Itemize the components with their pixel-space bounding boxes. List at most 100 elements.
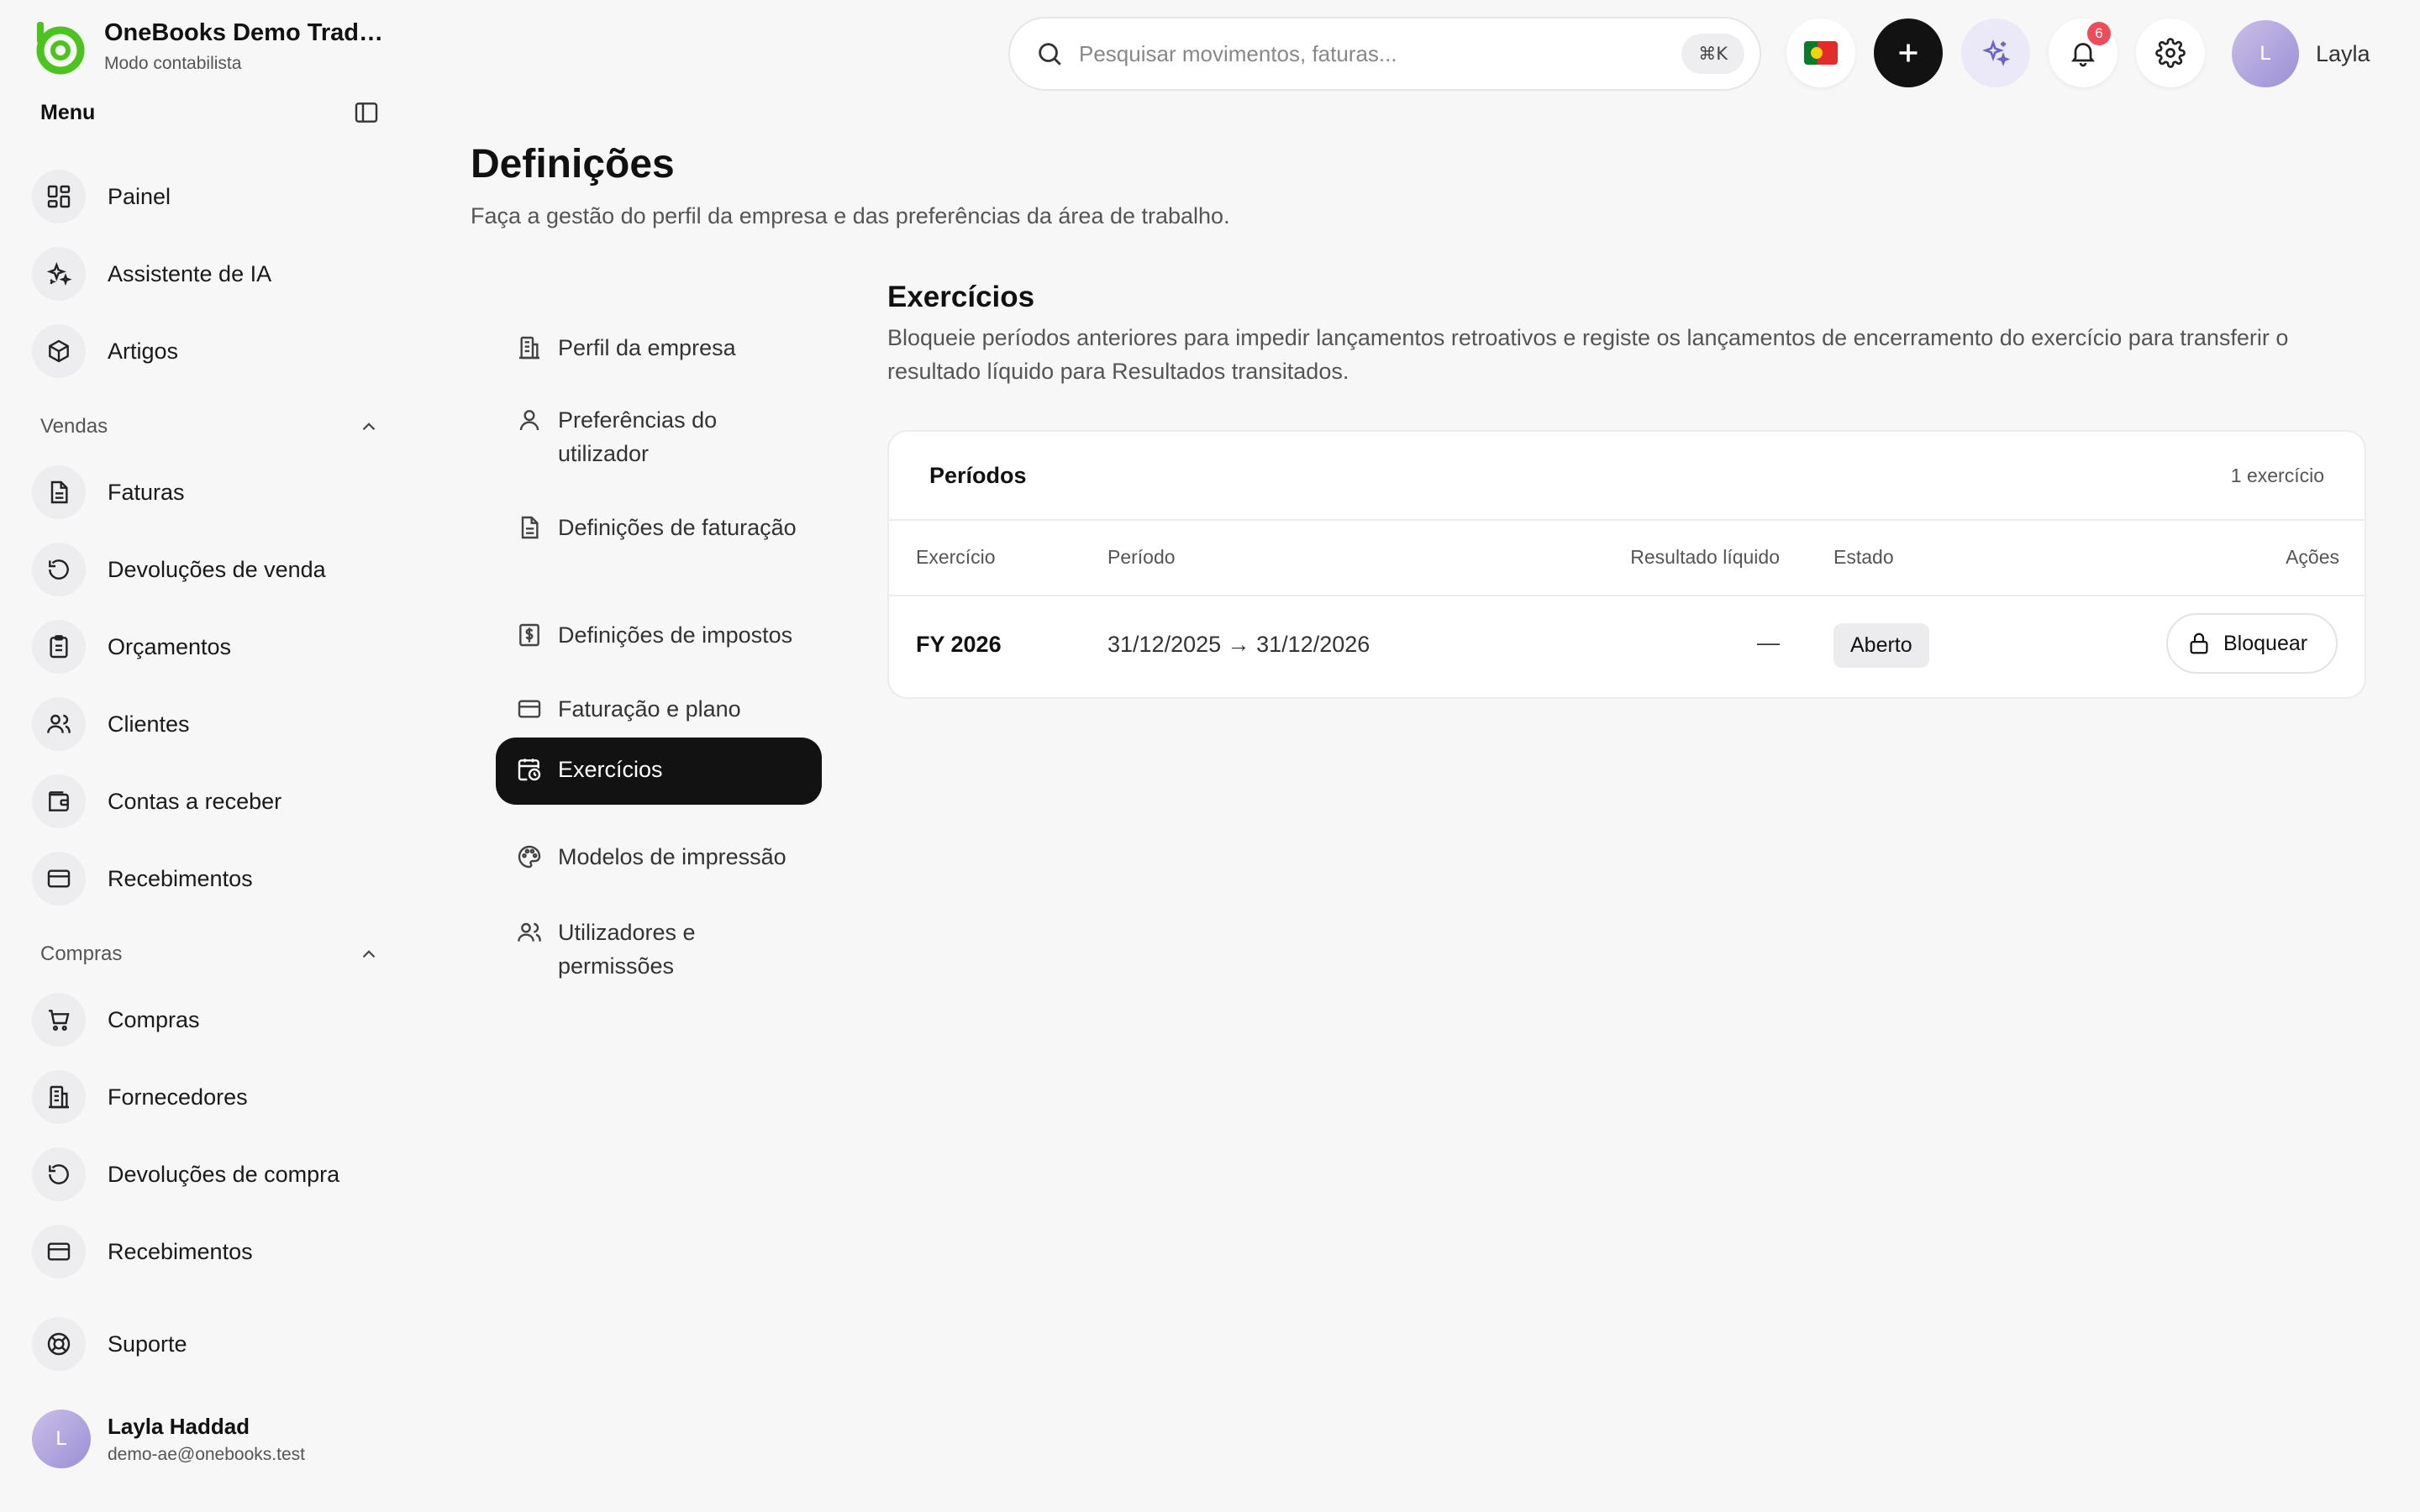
settings-nav-utilizadores[interactable]: Utilizadores e permissões xyxy=(496,900,822,998)
settings-nav-label: Perfil da empresa xyxy=(558,335,736,360)
menu-header: Menu xyxy=(40,99,380,126)
sidebar-item-fornecedores[interactable]: Fornecedores xyxy=(32,1067,385,1127)
calendar-clock-icon xyxy=(518,759,541,781)
settings-nav-label: Exercícios xyxy=(558,757,663,782)
user-icon xyxy=(519,410,539,431)
invoice-icon xyxy=(32,465,86,519)
sidebar-item-suporte[interactable]: Suporte xyxy=(32,1314,385,1374)
chevron-up-icon[interactable] xyxy=(358,416,380,438)
sidebar-item-orcamentos[interactable]: Orçamentos xyxy=(32,617,385,677)
settings-nav-impostos[interactable]: Definições de impostos xyxy=(496,603,822,667)
avatar: L xyxy=(32,1410,91,1468)
settings-nav-perfil-empresa[interactable]: Perfil da empresa xyxy=(496,316,822,380)
settings-nav-label: Definições de faturação xyxy=(558,515,797,540)
sidebar-item-compras[interactable]: Compras xyxy=(32,990,385,1050)
cell-resultado: — xyxy=(1757,630,1780,655)
ai-assistant-button[interactable] xyxy=(1961,18,2030,87)
sidebar-item-faturas[interactable]: Faturas xyxy=(32,462,385,522)
settings-nav-modelos[interactable]: Modelos de impressão xyxy=(496,825,822,889)
menu-title: Menu xyxy=(40,100,96,124)
sparkles-icon xyxy=(32,247,86,301)
sidebar-item-label: Contas a receber xyxy=(108,788,282,814)
language-button[interactable] xyxy=(1786,18,1855,87)
sidebar-item-devolucoes-venda[interactable]: Devoluções de venda xyxy=(32,539,385,600)
settings-button[interactable] xyxy=(2136,18,2205,87)
user-name: Layla Haddad xyxy=(108,1413,250,1439)
top-user-menu[interactable]: L Layla xyxy=(2232,20,2370,87)
sidebar-item-label: Clientes xyxy=(108,711,190,737)
chevron-up-icon[interactable] xyxy=(358,943,380,965)
sidebar-toggle-icon[interactable] xyxy=(353,99,380,126)
portugal-flag-icon xyxy=(1804,41,1838,65)
search-shortcut: ⌘K xyxy=(1681,34,1744,74)
wallet-icon xyxy=(32,774,86,828)
section-title: Compras xyxy=(40,942,123,965)
box-icon xyxy=(32,324,86,378)
gear-icon xyxy=(2155,38,2186,68)
page-title: Definições xyxy=(471,142,675,186)
sidebar-item-artigos[interactable]: Artigos xyxy=(32,321,385,381)
users-icon xyxy=(32,697,86,751)
settings-nav-plano[interactable]: Faturação e plano xyxy=(496,677,822,741)
search-bar[interactable]: ⌘K xyxy=(1008,17,1761,91)
cell-periodo: 31/12/2025 → 31/12/2026 xyxy=(1107,632,1370,657)
lock-button-label: Bloquear xyxy=(2223,631,2308,655)
cell-exercicio: FY 2026 xyxy=(916,632,1002,657)
settings-nav-exercicios[interactable]: Exercícios xyxy=(496,738,822,805)
section-vendas-header[interactable]: Vendas xyxy=(40,415,380,438)
column-header-periodo: Período xyxy=(1107,546,1176,568)
status-badge: Aberto xyxy=(1833,623,1929,668)
sidebar-item-recebimentos-compras[interactable]: Recebimentos xyxy=(32,1221,385,1282)
sidebar-item-contas-receber[interactable]: Contas a receber xyxy=(32,771,385,832)
table-row: FY 2026 31/12/2025 → 31/12/2026 — Aberto… xyxy=(889,596,2365,697)
sidebar-item-label: Artigos xyxy=(108,338,179,364)
sidebar-item-painel[interactable]: Painel xyxy=(32,166,385,227)
notifications-button[interactable]: 6 xyxy=(2049,18,2118,87)
settings-nav-label: Definições de impostos xyxy=(558,622,793,648)
section-description: Bloqueie períodos anteriores para impedi… xyxy=(887,325,2289,384)
sidebar: OneBooks Demo Tradin... Modo contabilist… xyxy=(0,0,410,1512)
sidebar-item-devolucoes-compra[interactable]: Devoluções de compra xyxy=(32,1144,385,1205)
search-input[interactable] xyxy=(1079,40,1682,67)
notification-count-badge: 6 xyxy=(2087,22,2111,45)
sidebar-item-label: Assistente de IA xyxy=(108,260,272,286)
top-user-name: Layla xyxy=(2316,40,2370,66)
sidebar-item-label: Devoluções de venda xyxy=(108,556,326,582)
avatar: L xyxy=(2232,20,2299,87)
cart-icon xyxy=(32,993,86,1047)
sidebar-user-card[interactable]: L Layla Haddad demo-ae@onebooks.test xyxy=(32,1410,305,1468)
lock-icon xyxy=(2190,633,2208,654)
card-icon xyxy=(32,852,86,906)
palette-icon xyxy=(518,845,541,869)
settings-nav-label: Utilizadores e permissões xyxy=(558,920,696,979)
lock-period-button[interactable]: Bloquear xyxy=(2166,613,2338,674)
plus-icon xyxy=(1899,44,1918,62)
sidebar-item-label: Devoluções de compra xyxy=(108,1161,340,1187)
column-header-exercicio: Exercício xyxy=(916,546,996,568)
sidebar-item-ai-assistant[interactable]: Assistente de IA xyxy=(32,244,385,304)
brand[interactable]: OneBooks Demo Tradin... Modo contabilist… xyxy=(32,18,390,76)
settings-nav-preferencias[interactable]: Preferências do utilizador xyxy=(496,388,822,486)
company-name: OneBooks Demo Tradin... xyxy=(104,19,390,46)
section-title: Vendas xyxy=(40,415,108,438)
lifebuoy-icon xyxy=(32,1317,86,1371)
sidebar-item-recebimentos[interactable]: Recebimentos xyxy=(32,848,385,909)
settings-nav-label: Preferências do utilizador xyxy=(558,407,718,466)
periods-count: 1 exercício xyxy=(2230,464,2324,486)
dashboard-icon xyxy=(32,170,86,223)
return-icon xyxy=(32,1147,86,1201)
clipboard-icon xyxy=(32,620,86,674)
sidebar-item-label: Orçamentos xyxy=(108,633,232,659)
periods-card: Períodos 1 exercício Exercício Período R… xyxy=(887,430,2366,699)
create-new-button[interactable] xyxy=(1874,18,1943,87)
sidebar-item-clientes[interactable]: Clientes xyxy=(32,694,385,754)
return-icon xyxy=(32,543,86,596)
section-title: Exercícios xyxy=(887,281,1035,313)
building-icon xyxy=(519,336,539,360)
column-header-resultado: Resultado líquido xyxy=(1630,546,1780,568)
sparkles-icon xyxy=(1982,39,2011,66)
document-icon xyxy=(521,516,539,539)
column-header-acoes: Ações xyxy=(2286,546,2339,568)
settings-nav-faturacao[interactable]: Definições de faturação xyxy=(496,496,822,559)
section-compras-header[interactable]: Compras xyxy=(40,942,380,966)
